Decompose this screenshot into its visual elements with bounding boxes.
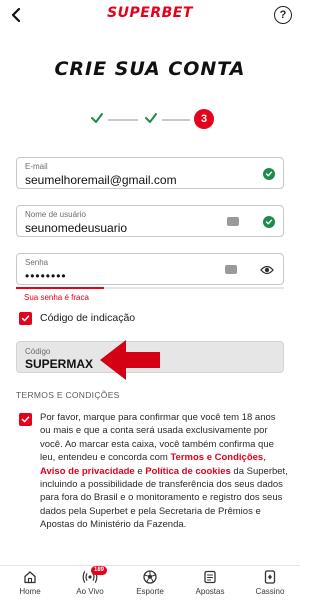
- check-icon: [145, 113, 157, 123]
- live-count-badge: 189: [91, 566, 108, 575]
- nav-casino-label: Cassino: [255, 587, 285, 596]
- home-icon: [24, 571, 36, 584]
- email-label: E-mail: [25, 162, 48, 171]
- nav-live-label: Ao Vivo: [76, 587, 104, 596]
- nav-live[interactable]: 189 Ao Vivo: [60, 566, 120, 596]
- progress-stepper: 3: [88, 109, 214, 129]
- soccer-ball-icon: [143, 570, 157, 584]
- password-strength-fill: [16, 287, 105, 289]
- referral-code-label: Código: [25, 347, 51, 356]
- email-value: seumelhoremail@gmail.com: [25, 173, 177, 187]
- valid-check-icon: [263, 168, 275, 180]
- terms-section-title: TERMOS E CONDIÇÕES: [16, 390, 120, 400]
- keyboard-icon: [227, 217, 239, 226]
- username-field[interactable]: Nome de usuário seunomedeusuario: [16, 205, 284, 237]
- page-title: CRIE SUA CONTA: [54, 58, 246, 80]
- referral-code-value: SUPERMAX: [25, 357, 94, 371]
- username-label: Nome de usuário: [25, 210, 86, 219]
- cookies-link[interactable]: Política de cookies: [145, 466, 231, 477]
- check-icon: [91, 113, 103, 123]
- show-password-eye-icon[interactable]: [260, 264, 274, 276]
- step-connector: [108, 119, 138, 121]
- nav-bets[interactable]: Apostas: [180, 569, 240, 596]
- top-bar: SUPERBET ?: [0, 0, 300, 30]
- password-label: Senha: [25, 258, 49, 267]
- bet-slip-icon: [204, 570, 216, 584]
- brand-logo: SUPERBET: [107, 5, 193, 21]
- nav-home[interactable]: Home: [0, 569, 60, 596]
- step-connector: [162, 119, 190, 121]
- bottom-nav: Home 189 Ao Vivo Esporte Apostas Cassino: [0, 565, 300, 600]
- arrow-pointer-icon: [100, 340, 160, 380]
- nav-sport-label: Esporte: [136, 587, 164, 596]
- terms-link[interactable]: Termos e Condições: [170, 452, 263, 463]
- current-step-indicator: 3: [194, 109, 214, 129]
- terms-text: Por favor, marque para confirmar que voc…: [40, 411, 288, 532]
- nav-casino[interactable]: Cassino: [240, 569, 300, 596]
- email-field[interactable]: E-mail seumelhoremail@gmail.com: [16, 157, 284, 189]
- terms-separator: ,: [263, 452, 266, 464]
- nav-home-label: Home: [19, 587, 41, 596]
- password-strength-bar: [16, 287, 284, 289]
- check-icon: [21, 315, 30, 322]
- password-strength-hint: Sua senha é fraca: [24, 293, 89, 302]
- terms-separator: e: [134, 465, 146, 477]
- terms-checkbox[interactable]: [19, 413, 32, 426]
- help-button[interactable]: ?: [274, 6, 292, 24]
- password-value: ••••••••: [25, 269, 67, 283]
- username-value: seunomedeusuario: [25, 221, 128, 235]
- check-icon: [21, 416, 30, 423]
- privacy-link[interactable]: Aviso de privacidade: [40, 466, 135, 477]
- valid-check-icon: [263, 216, 275, 228]
- playing-card-icon: [264, 570, 276, 584]
- keyboard-icon: [225, 265, 237, 274]
- referral-checkbox-label: Código de indicação: [40, 312, 136, 324]
- nav-bets-label: Apostas: [195, 587, 225, 596]
- referral-checkbox[interactable]: [19, 312, 32, 325]
- password-field[interactable]: Senha ••••••••: [16, 253, 284, 285]
- nav-sport[interactable]: Esporte: [120, 569, 180, 596]
